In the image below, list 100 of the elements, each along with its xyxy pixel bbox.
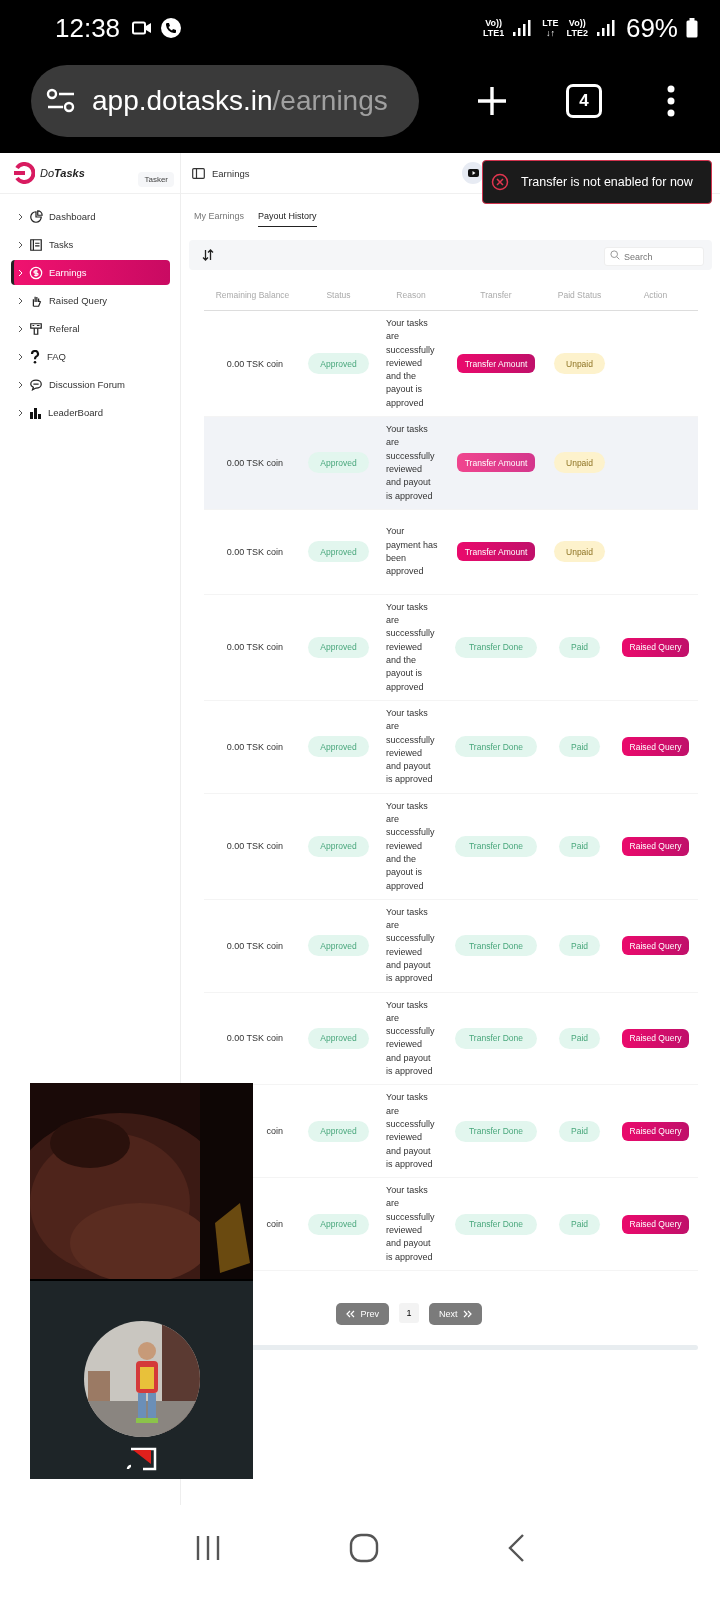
menu-icon[interactable]	[667, 84, 675, 117]
sidebar-item[interactable]: Discussion Forum	[11, 372, 170, 397]
table-cell-text: Your tasks are successfully reviewed and payout is approved	[385, 905, 436, 986]
table-cell-text: Your tasks are successfully reviewed and the payout is approved	[385, 600, 436, 694]
raised-query-button[interactable]: Raised Query	[621, 737, 690, 757]
table-cell-text: 0.00 TSK coin	[225, 358, 283, 369]
network-label: LTE ↓↑	[542, 18, 559, 38]
paid-status-badge: Paid	[559, 736, 600, 758]
sidebar-panel-icon[interactable]	[192, 167, 205, 179]
column-header: Paid Status	[556, 290, 603, 300]
transfer-amount-button[interactable]: Transfer Amount	[456, 453, 536, 473]
network-label: Vo)) LTE2	[566, 18, 588, 38]
status-badge: Approved	[308, 452, 369, 474]
paid-status-badge: Paid	[559, 636, 600, 658]
sidebar-item[interactable]: Dashboard	[11, 204, 170, 229]
address-bar[interactable]: app.dotasks.in/earnings	[31, 64, 419, 137]
status-badge: Approved	[308, 636, 369, 658]
table-cell-text: Your tasks are successfully reviewed and payout is approved	[385, 1091, 436, 1171]
toast-message: Transfer is not enabled for now	[521, 175, 693, 189]
table-cell-text: Your payment has been approved	[385, 525, 438, 579]
raised-query-button[interactable]: Raised Query	[621, 936, 690, 956]
video-button[interactable]	[462, 162, 484, 184]
raised-query-button[interactable]: Raised Query	[621, 1121, 690, 1141]
tab[interactable]: Payout History	[258, 211, 317, 227]
table-cell-text: Your tasks are successfully reviewed and payout is approved	[385, 1184, 436, 1264]
battery-level: 69%	[625, 12, 678, 44]
transfer-status-badge: Transfer Done	[455, 835, 537, 857]
scrollbar[interactable]	[251, 1344, 698, 1350]
role-badge: Tasker	[138, 171, 174, 187]
column-header: Action	[642, 290, 669, 300]
table-cell-text: Your tasks are successfully reviewed and payout is approved	[385, 998, 436, 1079]
signal-icon	[512, 19, 533, 37]
chevron-icon	[18, 268, 23, 277]
transfer-status-badge: Transfer Done	[455, 736, 537, 758]
raised-query-button[interactable]: Raised Query	[621, 1214, 690, 1234]
signal-icon	[595, 19, 616, 37]
chevron-icon	[18, 408, 23, 417]
sidebar-item[interactable]: Tasks	[11, 232, 170, 257]
sidebar-item[interactable]: Earnings	[11, 260, 170, 285]
sidebar-item[interactable]: Referal	[11, 316, 170, 341]
transfer-status-badge: Transfer Done	[455, 1213, 537, 1235]
transfer-amount-button[interactable]: Transfer Amount	[456, 354, 536, 374]
site-settings-icon	[46, 87, 76, 114]
paid-status-badge: Unpaid	[554, 541, 605, 563]
table-cell-text: 0.00 TSK coin	[225, 1033, 283, 1044]
status-badge: Approved	[308, 935, 369, 957]
sidebar-item[interactable]: FAQ	[11, 344, 170, 369]
back-icon[interactable]	[506, 1532, 527, 1563]
transfer-amount-button[interactable]: Transfer Amount	[456, 542, 536, 562]
paid-status-badge: Paid	[559, 1213, 600, 1235]
sidebar-item[interactable]: Raised Query	[11, 288, 170, 313]
chevron-icon	[18, 324, 23, 333]
transfer-status-badge: Transfer Done	[455, 1027, 537, 1049]
tab-count-button[interactable]: 4	[566, 83, 602, 118]
error-icon	[491, 173, 509, 191]
new-tab-icon[interactable]	[476, 84, 508, 117]
raised-query-button[interactable]: Raised Query	[621, 637, 690, 657]
next-button[interactable]: Next	[429, 1302, 482, 1325]
raised-query-button[interactable]: Raised Query	[621, 1028, 690, 1048]
page-title: Earnings	[212, 167, 250, 179]
paid-status-badge: Paid	[559, 1120, 600, 1142]
pie-chart-icon	[29, 209, 43, 224]
table-cell-text: 0.00 TSK coin	[225, 546, 283, 557]
paid-status-badge: Paid	[559, 935, 600, 957]
logo-icon	[13, 162, 35, 184]
chevron-icon	[18, 380, 23, 389]
play-icon	[467, 169, 479, 177]
column-header: Status	[325, 290, 352, 300]
transfer-status-badge: Transfer Done	[455, 636, 537, 658]
raised-query-button[interactable]: Raised Query	[621, 836, 690, 856]
double-chevron-left-icon	[346, 1309, 356, 1318]
video-camera-icon	[132, 21, 153, 35]
table-cell-text: 0.00 TSK coin	[225, 841, 283, 852]
phone-icon	[160, 17, 183, 39]
prev-button[interactable]: Prev	[336, 1302, 389, 1325]
paid-status-badge: Paid	[559, 835, 600, 857]
transfer-status-badge: Transfer Done	[455, 935, 537, 957]
screen-share-icon[interactable]	[124, 1447, 159, 1471]
question-icon	[29, 349, 41, 364]
status-badge: Approved	[308, 1120, 369, 1142]
sort-icon[interactable]	[202, 249, 214, 261]
chevron-icon	[18, 240, 23, 249]
double-chevron-right-icon	[462, 1309, 472, 1318]
table-cell-text: Your tasks are successfully reviewed and payout is approved	[385, 706, 436, 787]
document-icon	[29, 237, 43, 252]
status-badge: Approved	[308, 1213, 369, 1235]
battery-icon	[686, 18, 698, 38]
tab[interactable]: My Earnings	[194, 211, 245, 226]
page-number[interactable]: 1	[399, 1302, 419, 1323]
sidebar-item[interactable]: LeaderBoard	[11, 400, 170, 425]
column-header: Remaining Balance	[214, 290, 291, 300]
status-badge: Approved	[308, 1027, 369, 1049]
home-icon[interactable]	[349, 1532, 379, 1563]
status-badge: Approved	[308, 353, 369, 375]
network-label: Vo)) LTE1	[482, 18, 505, 38]
paid-status-badge: Unpaid	[554, 353, 605, 375]
status-badge: Approved	[308, 736, 369, 758]
chevron-icon	[18, 352, 23, 361]
chat-icon	[29, 377, 43, 392]
search-field[interactable]: Search	[604, 247, 704, 266]
